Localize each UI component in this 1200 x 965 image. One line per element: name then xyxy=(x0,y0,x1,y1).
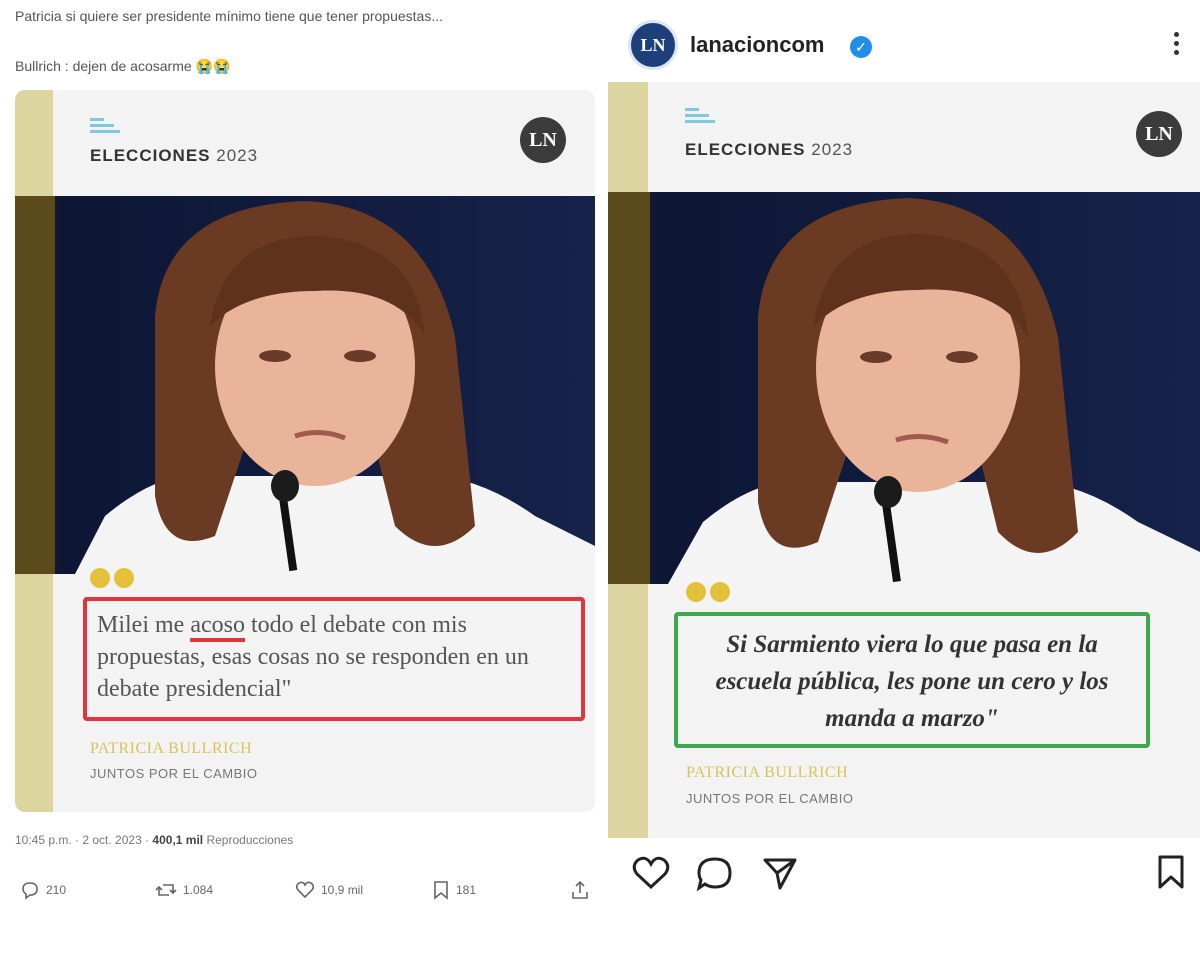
heart-icon xyxy=(295,881,315,899)
quote-author: PATRICIA BULLRICH xyxy=(90,740,253,757)
news-card-right[interactable]: ELECCIONES 2023 LN Si Sarmiento viera lo… xyxy=(608,82,1200,838)
like-count: 10,9 mil xyxy=(321,883,364,897)
reply-button[interactable]: 210 xyxy=(20,880,66,900)
bookmark-icon xyxy=(434,881,448,900)
ln-elecciones-logo xyxy=(90,118,120,136)
card-section-title: ELECCIONES 2023 xyxy=(90,146,259,165)
card-section-title: ELECCIONES 2023 xyxy=(685,140,854,159)
quote-underlined-word: acoso xyxy=(190,612,245,642)
tweet-view-label: Reproducciones xyxy=(206,833,294,847)
quote-box-green: Si Sarmiento viera lo que pasa en la esc… xyxy=(674,612,1150,748)
verified-badge-icon: ✓ xyxy=(850,36,872,58)
quote-text: Si Sarmiento viera lo que pasa en la esc… xyxy=(715,631,1109,732)
tweet-meta: 10:45 p.m. · 2 oct. 2023 · 400,1 mil Rep… xyxy=(15,833,293,847)
like-heart-icon[interactable] xyxy=(632,856,670,890)
quote-party: JUNTOS POR EL CAMBIO xyxy=(686,791,854,806)
news-card-left[interactable]: ELECCIONES 2023 LN Milei me acoso todo e… xyxy=(15,90,595,812)
tweet-text-line1: Patricia si quiere ser presidente mínimo… xyxy=(15,8,444,24)
retweet-count: 1.084 xyxy=(183,883,214,897)
share-button[interactable] xyxy=(570,880,590,900)
tweet-text-line2: Bullrich : dejen de acosarme 😭😭 xyxy=(15,58,231,74)
quote-marks-icon xyxy=(90,568,138,593)
tweet-timestamp: 10:45 p.m. · 2 oct. 2023 · xyxy=(15,833,150,847)
speaker-photo xyxy=(608,192,1200,584)
more-options-icon[interactable] xyxy=(1174,32,1180,55)
speaker-photo xyxy=(15,196,595,574)
share-icon xyxy=(572,880,588,899)
quote-text-start: Milei me xyxy=(97,612,191,638)
tweet-view-count: 400,1 mil xyxy=(152,833,204,847)
quote-marks-icon xyxy=(686,582,734,607)
ln-logo-badge: LN xyxy=(1136,111,1182,157)
reply-icon xyxy=(22,882,38,900)
comment-icon[interactable] xyxy=(696,856,734,892)
bookmark-count: 181 xyxy=(456,883,477,897)
retweet-button[interactable]: 1.084 xyxy=(155,880,213,900)
profile-avatar[interactable]: LN xyxy=(628,20,678,70)
retweet-icon xyxy=(155,884,177,896)
send-icon[interactable] xyxy=(762,856,798,892)
quote-box-red: Milei me acoso todo el debate con mis pr… xyxy=(83,597,585,721)
quote-party: JUNTOS POR EL CAMBIO xyxy=(90,766,258,781)
quote-author: PATRICIA BULLRICH xyxy=(686,764,849,781)
ln-elecciones-logo xyxy=(685,108,715,126)
instagram-username[interactable]: lanacioncom xyxy=(690,32,824,58)
save-bookmark-icon[interactable] xyxy=(1156,854,1186,890)
reply-count: 210 xyxy=(46,883,67,897)
bookmark-button[interactable]: 181 xyxy=(432,880,476,900)
like-button[interactable]: 10,9 mil xyxy=(295,880,363,900)
ln-logo-badge: LN xyxy=(520,117,566,163)
